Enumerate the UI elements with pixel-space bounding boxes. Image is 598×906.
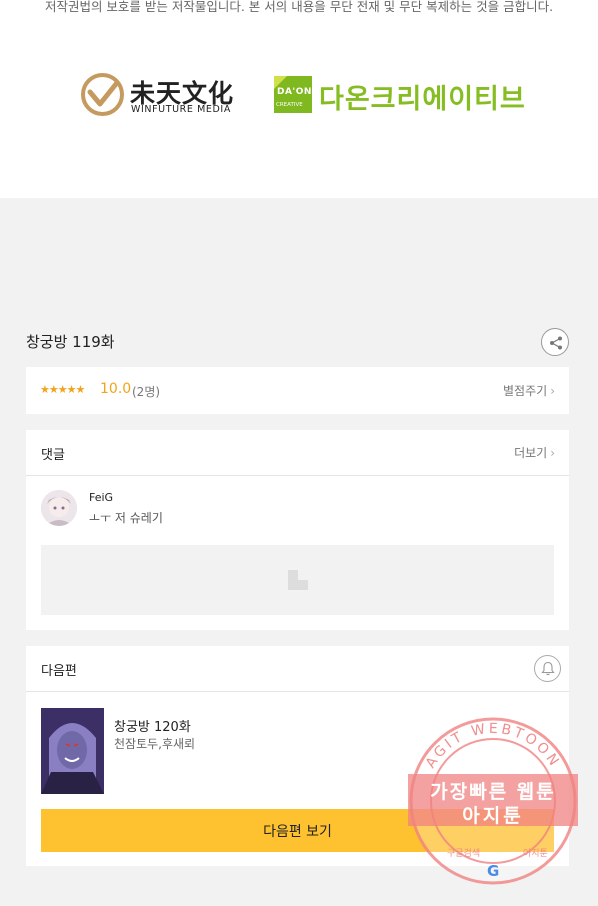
rating-count: (2명): [132, 385, 161, 399]
winfuture-logo-mark: [81, 73, 124, 116]
copyright-notice: 저작권법의 보호를 받는 저작물입니다. 본 서의 내용을 무단 전재 및 무단…: [44, 0, 554, 14]
next-episode-title[interactable]: 창궁방 120화: [114, 716, 191, 735]
daon-logo-box: DA'ON CREATIVE: [274, 76, 312, 113]
daon-ko-name: 다온크리에이티브: [319, 84, 526, 115]
episode-title: 창궁방 119화: [26, 333, 115, 351]
winfuture-media-logo: 未天文化 WINFUTURE MEDIA: [80, 72, 233, 118]
chevron-right-icon: ›: [550, 446, 555, 460]
next-episode-thumbnail[interactable]: [41, 708, 104, 794]
comment-username: FeiG: [89, 491, 114, 504]
comment-text: ㅗㅜ 저 슈레기: [89, 511, 163, 525]
daon-box-text: DA'ON: [277, 87, 312, 97]
bell-icon: [541, 661, 555, 676]
next-episode-section-title: 다음편: [41, 664, 77, 679]
comments-header: 댓글 더보기 ›: [26, 430, 569, 476]
ad-placeholder: [41, 545, 554, 615]
chevron-right-icon: ›: [550, 384, 555, 398]
daon-box-subtext: CREATIVE: [276, 102, 303, 108]
rating-stars: ★★★★★: [40, 383, 85, 396]
top-banner: 저작권법의 보호를 받는 저작물입니다. 본 서의 내용을 무단 전재 및 무단…: [0, 0, 598, 198]
daon-creative-logo: DA'ON CREATIVE 다온크리에이티브: [274, 76, 526, 116]
avatar: [41, 490, 77, 526]
next-episode-header: 다음편: [26, 646, 569, 692]
next-episode-card: 다음편 창궁방 120화 천잠토두,후새뢰 다음편 보기: [26, 646, 569, 866]
comments-card: 댓글 더보기 › FeiG ㅗㅜ 저 슈레기: [26, 430, 569, 630]
next-episode-button[interactable]: 다음편 보기: [41, 809, 554, 852]
winfuture-en-name: WINFUTURE MEDIA: [131, 104, 231, 115]
share-icon: [550, 336, 562, 350]
notify-button[interactable]: [534, 655, 561, 682]
rate-button[interactable]: 별점주기 ›: [503, 382, 555, 399]
next-episode-authors: 천잠토두,후새뢰: [114, 737, 196, 751]
rating-value: 10.0: [100, 381, 132, 397]
share-button[interactable]: [541, 328, 569, 356]
image-placeholder-icon: [288, 570, 308, 590]
rating-card: ★★★★★ 10.0 (2명) 별점주기 ›: [26, 367, 569, 414]
comments-more-link[interactable]: 더보기 ›: [514, 444, 555, 461]
rate-button-label: 별점주기: [503, 384, 548, 398]
thumbnail-image: [41, 708, 104, 794]
avatar-image: [41, 490, 77, 526]
comments-more-label: 더보기: [514, 446, 548, 460]
comments-title: 댓글: [41, 448, 65, 463]
